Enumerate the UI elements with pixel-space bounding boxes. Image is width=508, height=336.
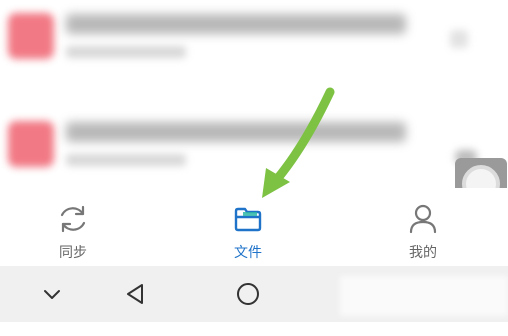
sync-icon xyxy=(60,205,86,233)
blurred-file-meta xyxy=(66,46,186,58)
document-icon xyxy=(8,121,54,167)
home-icon[interactable] xyxy=(234,280,262,308)
user-icon xyxy=(409,204,437,234)
tab-sync[interactable]: 同步 xyxy=(18,188,128,266)
tab-files-label: 文件 xyxy=(234,245,262,261)
file-list xyxy=(0,0,508,190)
tab-files[interactable]: 文件 xyxy=(193,188,303,266)
more-icon[interactable] xyxy=(450,30,468,48)
blurred-overlay xyxy=(340,276,508,316)
list-item[interactable] xyxy=(0,0,470,80)
folder-icon xyxy=(234,207,262,232)
tab-sync-label: 同步 xyxy=(59,245,87,261)
blurred-file-title xyxy=(66,122,406,142)
system-navigation-bar xyxy=(0,266,508,322)
tab-me[interactable]: 我的 xyxy=(368,188,478,266)
document-icon xyxy=(8,13,54,59)
list-item[interactable] xyxy=(0,108,470,188)
blurred-file-meta xyxy=(66,154,186,166)
back-icon[interactable] xyxy=(122,280,150,308)
chevron-down-icon[interactable] xyxy=(38,280,66,308)
blurred-file-title xyxy=(66,14,406,34)
tab-me-label: 我的 xyxy=(409,245,437,261)
bottom-tab-bar: 同步 文件 我的 xyxy=(0,188,508,266)
